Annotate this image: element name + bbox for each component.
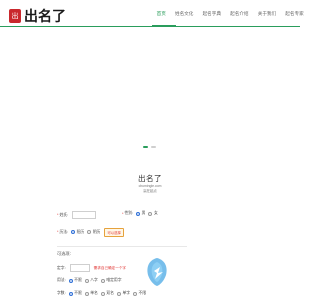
main-nav: 首页 姓名文化 起名字典 起名介绍 关于我们 起名专家 bbox=[152, 0, 308, 27]
count-option-label: 不限 bbox=[138, 291, 147, 295]
usage-option-radio[interactable] bbox=[68, 278, 73, 283]
nav-item-naming-experts[interactable]: 起名专家 bbox=[281, 0, 309, 27]
brand-subtitle: chumingle.com 赢在起点 bbox=[0, 184, 300, 194]
usage-row: 用法: 不限 八字 唯定用字 bbox=[57, 278, 122, 283]
section-divider bbox=[57, 246, 187, 247]
banner-slider bbox=[0, 27, 300, 153]
count-row: 字数: 不限 单名 双名 单字 不限 bbox=[57, 291, 146, 296]
usage-option-radio[interactable] bbox=[84, 278, 89, 283]
gender-label: 性别: bbox=[124, 211, 134, 215]
fixed-char-row: 定字: 需求自己确定一个字 bbox=[57, 264, 126, 272]
optional-section-label: 可选项: bbox=[57, 251, 71, 256]
logo-text: 出名了 bbox=[24, 9, 66, 25]
calendar-row: * 历法: 阳历 阴历 可以选择 bbox=[57, 228, 124, 237]
count-option-radio[interactable] bbox=[133, 291, 138, 296]
seal-icon: 出 bbox=[9, 9, 21, 23]
watermark: 速站收录网 bbox=[144, 257, 278, 287]
fixed-char-input[interactable] bbox=[69, 264, 90, 272]
gender-female-radio[interactable] bbox=[148, 211, 153, 216]
usage-option-label: 不限 bbox=[74, 278, 82, 282]
calendar-lunar-label: 阴历 bbox=[92, 229, 101, 234]
surname-label: 姓氏: bbox=[59, 212, 69, 217]
fixed-char-label: 定字: bbox=[57, 265, 66, 270]
nav-item-about-us[interactable]: 关于我们 bbox=[253, 0, 281, 27]
site-logo[interactable]: 出 出名了 bbox=[9, 6, 66, 26]
count-option-label: 不限 bbox=[74, 291, 82, 295]
count-option-label: 单字 bbox=[122, 291, 131, 295]
count-label: 字数: bbox=[57, 291, 66, 295]
usage-label: 用法: bbox=[57, 278, 66, 282]
watermark-logo-icon bbox=[147, 258, 167, 286]
birth-date-button[interactable]: 可以选择 bbox=[104, 228, 124, 237]
calendar-lunar-radio[interactable] bbox=[87, 230, 92, 235]
calendar-solar-radio[interactable] bbox=[71, 230, 76, 235]
required-mark: * bbox=[122, 211, 124, 216]
calendar-label: 历法: bbox=[59, 229, 69, 234]
gender-female-label: 女 bbox=[153, 211, 158, 215]
gender-male-radio[interactable] bbox=[136, 211, 141, 216]
count-option-label: 单名 bbox=[90, 291, 98, 295]
usage-option-radio[interactable] bbox=[100, 278, 105, 283]
required-mark: * bbox=[57, 230, 59, 235]
surname-input[interactable] bbox=[72, 211, 97, 219]
count-option-radio[interactable] bbox=[100, 291, 105, 296]
nav-item-name-culture[interactable]: 姓名文化 bbox=[170, 0, 198, 27]
nav-item-naming-dictionary[interactable]: 起名字典 bbox=[198, 0, 226, 27]
calendar-solar-label: 阳历 bbox=[76, 229, 85, 234]
gender-male-label: 男 bbox=[141, 211, 146, 215]
nav-item-naming-intro[interactable]: 起名介绍 bbox=[226, 0, 254, 27]
watermark-text: 速站收录网 bbox=[173, 261, 278, 285]
brand-slogan: 赢在起点 bbox=[143, 189, 157, 193]
fixed-char-hint: 需求自己确定一个字 bbox=[93, 265, 126, 270]
required-mark: * bbox=[57, 213, 59, 217]
slider-dot[interactable] bbox=[151, 146, 156, 148]
slider-dots bbox=[143, 146, 156, 148]
usage-option-label: 唯定用字 bbox=[106, 278, 122, 282]
surname-row: * 姓氏: bbox=[57, 211, 97, 219]
usage-option-label: 八字 bbox=[90, 278, 98, 282]
brand-title: 出名了 bbox=[138, 174, 162, 183]
slider-dot-active[interactable] bbox=[143, 146, 148, 148]
count-option-radio[interactable] bbox=[68, 291, 73, 296]
count-option-label: 双名 bbox=[106, 291, 114, 295]
gender-row: * 性别: 男 女 bbox=[122, 211, 158, 216]
count-option-radio[interactable] bbox=[116, 291, 121, 296]
top-navigation-bar: 出 出名了 首页 姓名文化 起名字典 起名介绍 关于我们 起名专家 bbox=[0, 0, 304, 27]
count-option-radio[interactable] bbox=[84, 291, 89, 296]
nav-item-home[interactable]: 首页 bbox=[152, 0, 170, 27]
